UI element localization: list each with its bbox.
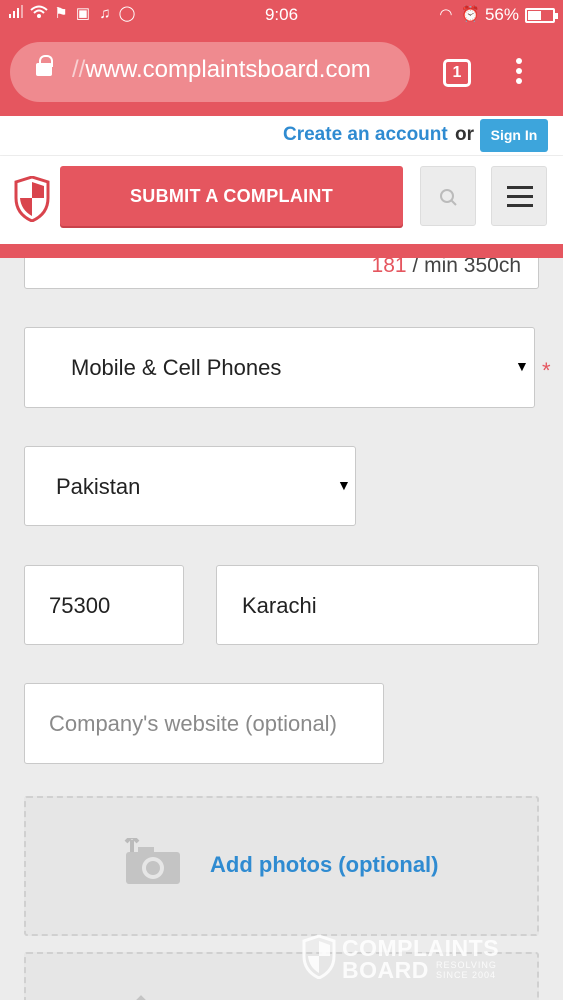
lock-icon: [36, 55, 53, 76]
dropdown-arrow-icon: ▼: [337, 477, 351, 493]
submit-complaint-button[interactable]: SUBMIT A COMPLAINT: [60, 166, 403, 226]
search-icon: [440, 189, 457, 206]
account-bar: Create an account or Sign In: [0, 116, 563, 156]
battery-fill: [528, 10, 542, 20]
complaintsboard-shield-logo[interactable]: [14, 175, 50, 223]
status-right: ◠ ⏰ 56%: [437, 5, 558, 25]
website-placeholder: Company's website (optional): [49, 711, 337, 736]
url-text[interactable]: //www.complaintsboard.com: [72, 56, 371, 84]
city-input[interactable]: Karachi: [216, 565, 539, 645]
url-prefix: //: [72, 56, 86, 83]
add-photos-label: Add photos (optional): [210, 852, 439, 877]
watermark-shield-icon: [302, 935, 336, 979]
country-value: Pakistan: [56, 474, 141, 499]
zip-input[interactable]: 75300: [24, 565, 184, 645]
or-label: or: [455, 124, 474, 145]
headset-icon: ◠: [439, 6, 453, 23]
required-marker: *: [542, 358, 551, 383]
address-bar[interactable]: //www.complaintsboard.com: [10, 42, 410, 102]
dropdown-arrow-icon: ▼: [515, 358, 529, 374]
battery-icon: [525, 7, 558, 23]
company-website-input[interactable]: Company's website (optional): [24, 683, 384, 764]
header-accent-bar: [0, 244, 563, 258]
search-button[interactable]: [420, 166, 476, 226]
site-header: SUBMIT A COMPLAINT: [0, 156, 563, 244]
category-select[interactable]: Mobile & Cell Phones ▼: [24, 327, 535, 408]
watermark-tagline-1: RESOLVING: [436, 960, 497, 970]
watermark-tagline: RESOLVING SINCE 2004: [436, 960, 516, 980]
zip-value: 75300: [49, 593, 111, 618]
watermark-tagline-2: SINCE 2004: [436, 970, 497, 980]
browser-menu-icon[interactable]: [512, 58, 526, 88]
sign-in-button[interactable]: Sign In: [480, 119, 548, 152]
country-select[interactable]: Pakistan ▼: [24, 446, 356, 526]
category-value: Mobile & Cell Phones: [71, 355, 282, 380]
camera-upload-icon: [124, 838, 180, 884]
upload-arrow-icon: [136, 995, 146, 1000]
battery-percent: 56%: [484, 5, 519, 24]
status-bar: ⚑ ▣ ♫ ◯ 9:06 ◠ ⏰ 56%: [0, 0, 563, 30]
create-account-link[interactable]: Create an account: [283, 124, 448, 146]
watermark-line-2: BOARD: [342, 957, 429, 983]
alarm-icon: ⏰: [460, 6, 480, 23]
city-value: Karachi: [242, 593, 317, 618]
url-domain: www.complaintsboard.com: [85, 56, 371, 83]
hamburger-menu-button[interactable]: [491, 166, 547, 226]
complaintsboard-watermark: COMPLAINTS BOARD RESOLVING SINCE 2004: [302, 935, 517, 985]
add-photos-dropzone[interactable]: Add photos (optional): [24, 796, 539, 936]
tab-switcher-button[interactable]: 1: [443, 59, 471, 87]
browser-toolbar: //www.complaintsboard.com 1: [0, 30, 563, 116]
